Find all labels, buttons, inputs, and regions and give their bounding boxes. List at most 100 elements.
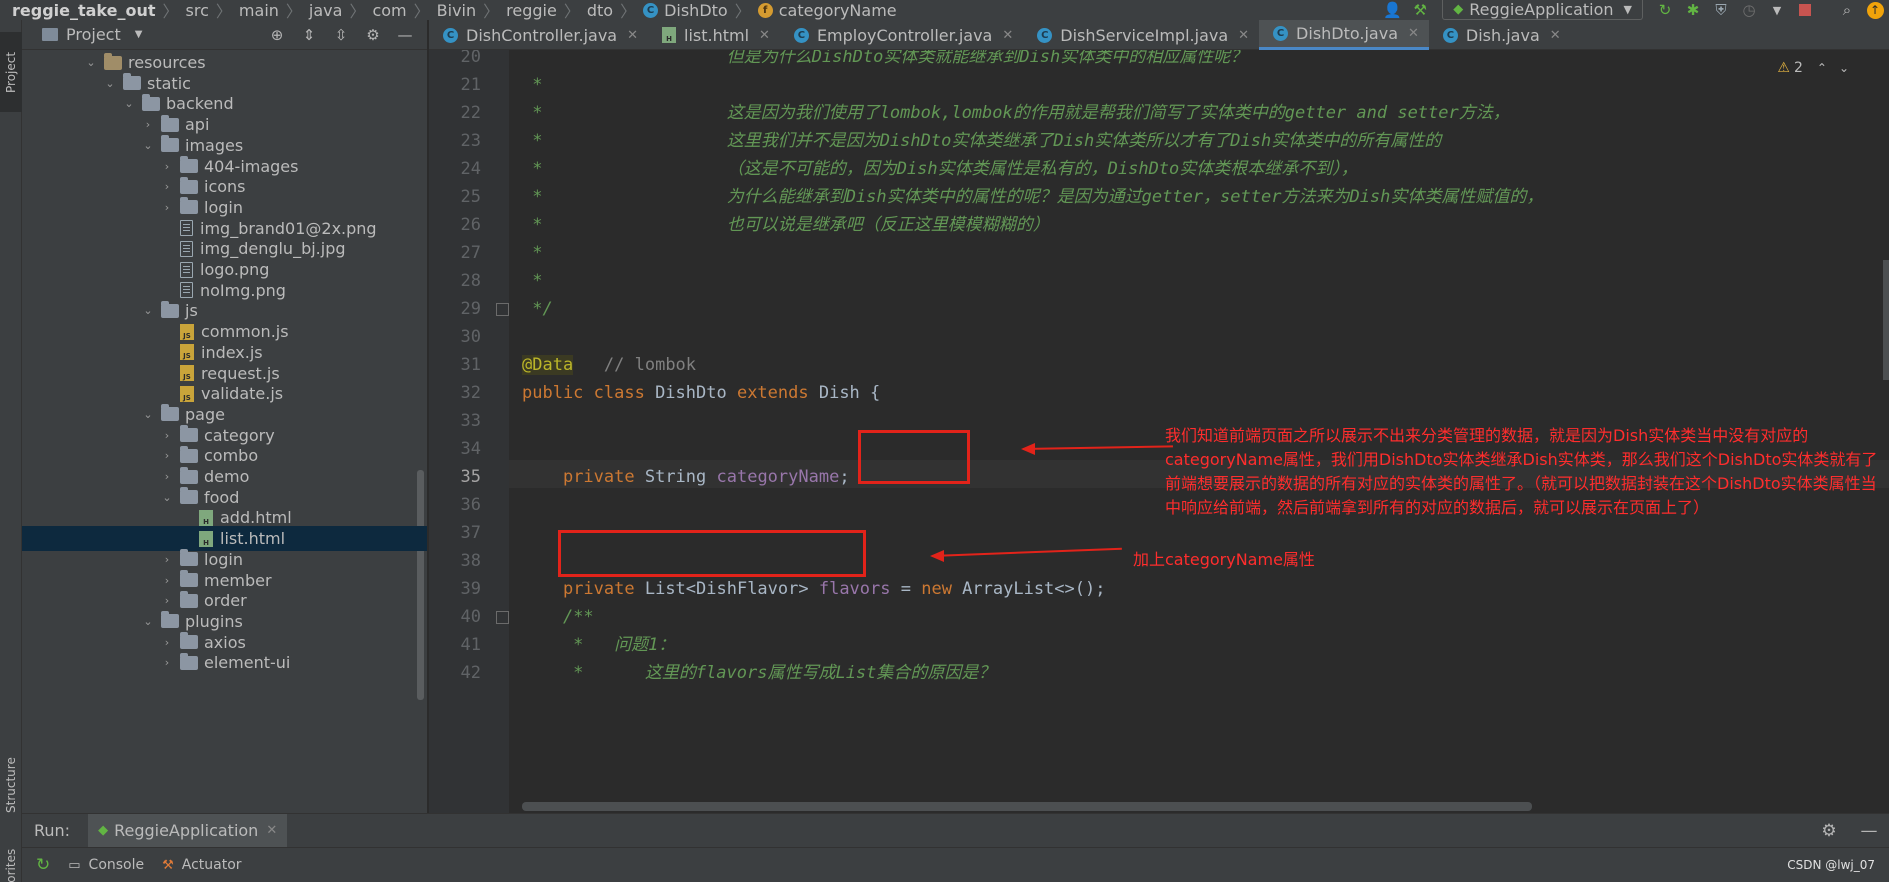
- debug-bug-icon[interactable]: ✱: [1679, 0, 1707, 20]
- code-line[interactable]: 但是为什么DishDto实体类就能继承到Dish实体类中的相应属性呢？: [522, 50, 1248, 74]
- chevron-right-icon[interactable]: ›: [160, 429, 174, 442]
- editor-tab[interactable]: C DishServiceImpl.java ✕: [1023, 20, 1259, 50]
- close-icon[interactable]: ✕: [1408, 26, 1419, 41]
- breadcrumb-item[interactable]: src: [186, 1, 209, 20]
- profiler-icon[interactable]: ◷: [1735, 0, 1763, 20]
- breadcrumb-item[interactable]: com: [372, 1, 406, 20]
- close-icon[interactable]: ✕: [759, 28, 770, 43]
- more-chevron-icon[interactable]: ▼: [1763, 0, 1791, 20]
- chevron-down-icon[interactable]: ⌄: [141, 304, 155, 317]
- chevron-right-icon[interactable]: ›: [160, 594, 174, 607]
- folder-icon: [180, 466, 198, 484]
- chevron-down-icon[interactable]: ▼: [135, 29, 143, 40]
- annotation-arrow-line: [931, 547, 1122, 557]
- chevron-right-icon[interactable]: ›: [160, 636, 174, 649]
- update-notification-icon[interactable]: ↑: [1861, 0, 1889, 20]
- chevron-right-icon[interactable]: ›: [141, 118, 155, 131]
- code-line[interactable]: private List<DishFlavor> flavors = new A…: [522, 572, 1106, 606]
- chevron-down-icon[interactable]: ⌄: [141, 408, 155, 421]
- breadcrumb-item[interactable]: java: [309, 1, 343, 20]
- editor-tab[interactable]: Hlist.html ✕: [648, 20, 780, 50]
- chevron-right-icon[interactable]: ›: [160, 553, 174, 566]
- locate-file-icon[interactable]: ⊕: [261, 26, 293, 44]
- class-icon: C: [443, 27, 458, 43]
- gear-icon[interactable]: ⚙: [1809, 821, 1849, 841]
- gear-icon[interactable]: ⚙: [357, 26, 389, 44]
- code-editor[interactable]: 20 21 22 23 24 25 26 27 28 29 30 31 32 33 34 35 36 37 38 39…: [429, 50, 1889, 813]
- favorites-tool-tab[interactable]: Favorites: [0, 849, 22, 882]
- rerun-icon[interactable]: ↻: [36, 855, 50, 875]
- breadcrumb-item[interactable]: dto: [587, 1, 613, 20]
- chevron-down-icon[interactable]: ⌄: [141, 615, 155, 628]
- chevron-down-icon[interactable]: ⌄: [84, 56, 98, 69]
- code-line[interactable]: * 这里的flavors属性写成List集合的原因是？: [522, 656, 995, 690]
- watermark: CSDN @lwj_07: [1787, 858, 1875, 872]
- tree-item[interactable]: › element-ui: [22, 650, 427, 675]
- close-icon[interactable]: ✕: [1550, 28, 1561, 43]
- close-icon[interactable]: ✕: [1238, 28, 1249, 43]
- close-icon[interactable]: ✕: [627, 28, 638, 43]
- actuator-tab[interactable]: ⚒ Actuator: [162, 857, 241, 873]
- chevron-right-icon[interactable]: ›: [160, 201, 174, 214]
- minimize-icon[interactable]: —: [389, 26, 421, 44]
- run-tool-window-header: Run: ◆ ReggieApplication ✕ ⚙ —: [22, 813, 1889, 848]
- editor-tab[interactable]: C Dish.java ✕: [1429, 20, 1571, 50]
- chevron-down-icon[interactable]: ⌄: [141, 139, 155, 152]
- console-tab[interactable]: ▭ Console: [68, 857, 144, 873]
- code-line[interactable]: * 也可以说是继承吧（反正这里模模糊糊的）: [522, 208, 1049, 242]
- chevron-down-icon[interactable]: ⌄: [122, 97, 136, 110]
- editor-tab[interactable]: C DishDto.java ✕: [1259, 20, 1429, 50]
- rerun-icon[interactable]: ↻: [1651, 0, 1679, 20]
- chevron-down-icon[interactable]: ⌄: [103, 77, 117, 90]
- close-icon[interactable]: ✕: [1002, 28, 1013, 43]
- code-line[interactable]: private String categoryName;: [522, 460, 850, 494]
- breadcrumb-item[interactable]: f categoryName: [757, 1, 897, 20]
- fold-marker-icon[interactable]: [496, 303, 509, 316]
- tree-item-label: logo.png: [200, 260, 270, 279]
- project-tool-tab[interactable]: Project: [0, 32, 22, 112]
- breadcrumb-item[interactable]: main: [239, 1, 279, 20]
- chevron-down-icon[interactable]: ⌄: [160, 491, 174, 504]
- breadcrumb-separator-icon: 〉: [215, 2, 232, 21]
- editor-tab[interactable]: C DishController.java ✕: [429, 20, 648, 50]
- annotation-note: 加上categoryName属性: [1133, 550, 1315, 569]
- build-hammer-icon[interactable]: ⚒: [1406, 0, 1434, 20]
- tree-item-label: img_denglu_bj.jpg: [200, 239, 346, 259]
- breadcrumb-item[interactable]: Bivin: [437, 1, 476, 20]
- expand-all-icon[interactable]: ⇕: [293, 26, 325, 44]
- project-view-selector[interactable]: Project: [66, 25, 121, 44]
- stop-icon[interactable]: [1791, 0, 1819, 20]
- chevron-right-icon[interactable]: ›: [160, 180, 174, 193]
- inspection-widget[interactable]: ⚠ 2 ⌃ ⌄: [1777, 60, 1849, 76]
- run-console-toolbar: ↻ ▭ Console ⚒ Actuator CSDN @lwj_07: [22, 847, 1889, 882]
- search-icon[interactable]: ⌕: [1833, 0, 1861, 20]
- breadcrumb-item[interactable]: reggie: [506, 1, 557, 20]
- chevron-right-icon[interactable]: ›: [160, 160, 174, 173]
- breadcrumb-item[interactable]: reggie_take_out: [12, 1, 156, 20]
- close-icon[interactable]: ✕: [266, 823, 277, 838]
- structure-tool-tab[interactable]: Structure: [0, 740, 22, 830]
- run-tab[interactable]: ◆ ReggieApplication ✕: [88, 813, 288, 848]
- editor-horizontal-scrollbar[interactable]: [522, 802, 1532, 811]
- chevron-up-icon[interactable]: ⌃: [1817, 61, 1827, 75]
- chevron-right-icon[interactable]: ›: [160, 656, 174, 669]
- run-configuration-selector[interactable]: ◆ ReggieApplication ▼: [1442, 0, 1643, 20]
- chevron-right-icon[interactable]: ›: [160, 574, 174, 587]
- code-line[interactable]: public class DishDto extends Dish {: [522, 376, 880, 410]
- folder-icon: [180, 632, 198, 650]
- breadcrumb-separator-icon: 〉: [285, 2, 302, 21]
- editor-scrollbar[interactable]: [1883, 260, 1889, 380]
- collapse-all-icon[interactable]: ⇳: [325, 26, 357, 44]
- coverage-shield-icon[interactable]: ⛨: [1707, 0, 1735, 20]
- breadcrumb-item[interactable]: C DishDto: [643, 1, 728, 20]
- tree-item-label: static: [147, 73, 191, 93]
- annotation-arrow-line: [1022, 445, 1173, 450]
- chevron-right-icon[interactable]: ›: [160, 449, 174, 462]
- chevron-down-icon[interactable]: ⌄: [1839, 61, 1849, 75]
- code-line[interactable]: */: [522, 292, 552, 326]
- editor-tab[interactable]: C EmployController.java ✕: [780, 20, 1023, 50]
- chevron-right-icon[interactable]: ›: [160, 470, 174, 483]
- fold-marker-icon[interactable]: [496, 611, 509, 624]
- user-icon[interactable]: 👤: [1378, 0, 1406, 20]
- minimize-icon[interactable]: —: [1849, 821, 1889, 841]
